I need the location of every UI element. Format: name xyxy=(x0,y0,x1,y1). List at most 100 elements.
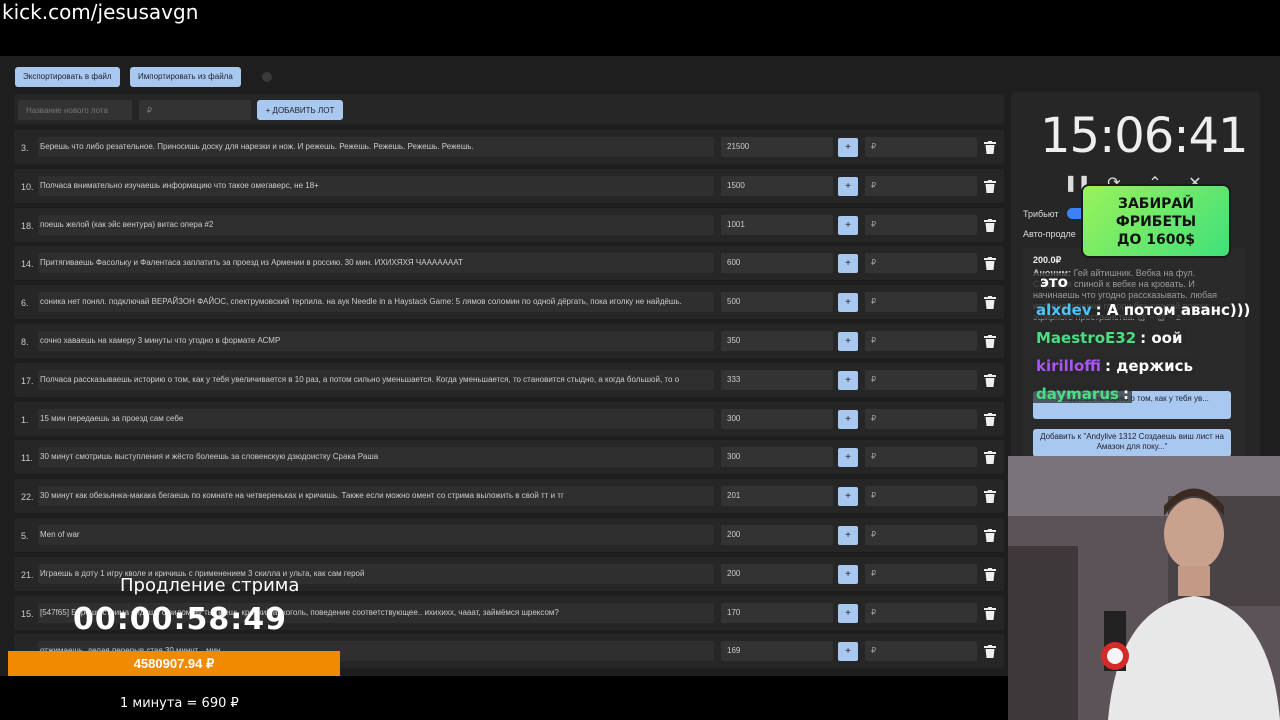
lot-add-amount-input[interactable]: ₽ xyxy=(865,602,977,623)
trash-icon[interactable] xyxy=(984,567,996,581)
suggestion-button-2[interactable]: Добавить к "Andylive 1312 Создаешь виш л… xyxy=(1033,429,1231,457)
export-button[interactable]: Экспортировать в файл xyxy=(15,67,120,87)
add-amount-button[interactable]: + xyxy=(838,332,858,351)
lot-description-input[interactable]: Полчаса внимательно изучаешь информацию … xyxy=(38,175,714,196)
lot-amount-input[interactable]: 300 xyxy=(721,447,833,468)
lot-amount-input[interactable]: 169 xyxy=(721,641,833,662)
lot-add-amount-input[interactable]: ₽ xyxy=(865,253,977,274)
lot-amount-input[interactable]: 200 xyxy=(721,563,833,584)
import-button[interactable]: Импортировать из файла xyxy=(130,67,241,87)
add-amount-button[interactable]: + xyxy=(838,448,858,468)
lot-description-input[interactable]: 15 мин передаешь за проезд сам себе xyxy=(38,408,714,429)
lot-add-amount-input[interactable]: ₽ xyxy=(865,641,977,662)
lot-amount-input[interactable]: 1500 xyxy=(721,175,833,196)
trash-icon[interactable] xyxy=(984,179,996,193)
lot-description-input[interactable]: сочно хаваешь на камеру 3 минуты что уго… xyxy=(38,331,714,351)
chat-message: kirilloffi: держись xyxy=(1033,357,1197,375)
trash-icon[interactable] xyxy=(984,257,996,271)
lot-amount-input[interactable]: 333 xyxy=(721,369,833,390)
trash-icon[interactable] xyxy=(984,373,996,387)
trash-icon[interactable] xyxy=(984,606,996,620)
lot-description-input[interactable]: Полчаса рассказываешь историю о том, как… xyxy=(38,369,714,390)
lot-description-input[interactable]: 30 минут как обезьянка-макака бегаешь по… xyxy=(38,486,714,507)
lot-add-amount-input[interactable]: ₽ xyxy=(865,408,977,429)
lot-row: 8. сочно хаваешь на камеру 3 минуты что у… xyxy=(14,324,1004,358)
promo-line-2: ФРИБЕТЫ xyxy=(1115,214,1197,230)
add-amount-button[interactable]: + xyxy=(838,409,858,429)
lot-add-amount-input[interactable]: ₽ xyxy=(865,292,977,313)
extension-sum-bar: 4580907.94 ₽ xyxy=(8,651,340,676)
add-amount-button[interactable]: + xyxy=(838,138,858,157)
trash-icon[interactable] xyxy=(984,141,996,154)
lot-amount-input[interactable]: 500 xyxy=(721,292,833,313)
trash-icon[interactable] xyxy=(984,412,996,426)
lot-add-amount-input[interactable]: ₽ xyxy=(865,486,977,507)
lot-row: 3. Берешь что либо резательное. Приносишь… xyxy=(14,130,1004,164)
trash-icon[interactable] xyxy=(984,529,996,542)
lot-amount-input[interactable]: 201 xyxy=(721,486,833,507)
lot-amount-input[interactable]: 600 xyxy=(721,253,833,274)
trash-icon[interactable] xyxy=(984,490,996,504)
chat-username: MaestroE32 xyxy=(1036,329,1137,347)
lot-description-input[interactable]: Men of war xyxy=(38,525,714,545)
lot-amount-input[interactable]: 300 xyxy=(721,408,833,429)
trash-icon[interactable] xyxy=(984,645,996,659)
lot-add-amount-input[interactable]: ₽ xyxy=(865,137,977,157)
lot-row: 5. Men of war 200 + ₽ xyxy=(14,518,1004,552)
lot-description-input[interactable]: Притягиваешь Фасольку и Фалентаса заплат… xyxy=(38,253,714,274)
add-amount-button[interactable]: + xyxy=(838,176,858,196)
trash-icon[interactable] xyxy=(984,451,996,465)
add-amount-button[interactable]: + xyxy=(838,293,858,313)
autoextend-label: Авто-продле xyxy=(1023,229,1076,239)
trash-icon[interactable] xyxy=(984,335,996,348)
lot-description-input[interactable]: 30 минут смотришь выступления и жёсто бо… xyxy=(38,447,714,468)
lot-number: 3. xyxy=(21,143,29,153)
lot-amount-input[interactable]: 21500 xyxy=(721,137,833,157)
theme-toggle[interactable] xyxy=(262,72,272,82)
lot-add-amount-input[interactable]: ₽ xyxy=(865,175,977,196)
extension-timer: 00:00:58:49 xyxy=(73,602,287,637)
lot-number: 11. xyxy=(21,453,33,464)
add-amount-button[interactable]: + xyxy=(838,603,858,623)
lot-add-amount-input[interactable]: ₽ xyxy=(865,214,977,235)
add-amount-button[interactable]: + xyxy=(838,487,858,507)
add-lot-button[interactable]: + ДОБАВИТЬ ЛОТ xyxy=(257,100,343,120)
lot-amount-input[interactable]: 1001 xyxy=(721,214,833,235)
lot-add-amount-input[interactable]: ₽ xyxy=(865,331,977,351)
lot-row: 1. 15 мин передаешь за проезд сам себе 300… xyxy=(14,401,1004,436)
add-amount-button[interactable]: + xyxy=(838,370,858,390)
lot-add-amount-input[interactable]: ₽ xyxy=(865,369,977,390)
lot-add-amount-input[interactable]: ₽ xyxy=(865,447,977,468)
promo-line-3: ДО 1600$ xyxy=(1117,232,1195,248)
extension-title: Продление стрима xyxy=(120,575,300,596)
lot-number: 17. xyxy=(21,375,34,386)
lot-description-input[interactable]: соника нет понял. подключай ВЕРАЙЗОН ФАЙ… xyxy=(38,292,714,313)
chat-text: : А потом аванс))) xyxy=(1095,301,1251,319)
new-lot-amount-input[interactable] xyxy=(139,100,251,120)
timer-clock: 15:06:41 xyxy=(1040,108,1249,164)
add-amount-button[interactable]: + xyxy=(838,642,858,662)
add-amount-button[interactable]: + xyxy=(838,254,858,274)
lot-description-input[interactable]: поешь желой (как эйс вентура) витас опер… xyxy=(38,214,714,235)
add-amount-button[interactable]: + xyxy=(838,215,858,235)
lot-add-amount-input[interactable]: ₽ xyxy=(865,563,977,584)
donation-amount: 200.0₽ xyxy=(1033,255,1062,265)
stream-screen: kick.com/jesusavgn Экспортировать в файл… xyxy=(0,0,1280,720)
extension-sum: 4580907.94 ₽ xyxy=(133,656,215,671)
lot-amount-input[interactable]: 350 xyxy=(721,331,833,351)
lot-number: 10. xyxy=(21,181,34,192)
lot-row: 22. 30 минут как обезьянка-макака бегаешь… xyxy=(14,479,1004,514)
trash-icon[interactable] xyxy=(984,218,996,232)
add-amount-button[interactable]: + xyxy=(838,564,858,584)
pause-icon[interactable]: ❚❚ xyxy=(1064,173,1091,193)
promo-banner[interactable]: ЗАБИРАЙ ФРИБЕТЫ ДО 1600$ xyxy=(1083,186,1229,256)
trash-icon[interactable] xyxy=(984,296,996,310)
lot-add-amount-input[interactable]: ₽ xyxy=(865,525,977,545)
lot-description-input[interactable]: Берешь что либо резательное. Приносишь д… xyxy=(38,137,714,157)
lot-amount-input[interactable]: 170 xyxy=(721,602,833,623)
chat-text: : оой xyxy=(1140,329,1183,347)
add-amount-button[interactable]: + xyxy=(838,526,858,545)
lot-amount-input[interactable]: 200 xyxy=(721,525,833,545)
streamer-image xyxy=(1008,456,1280,720)
new-lot-name-input[interactable] xyxy=(18,100,132,120)
